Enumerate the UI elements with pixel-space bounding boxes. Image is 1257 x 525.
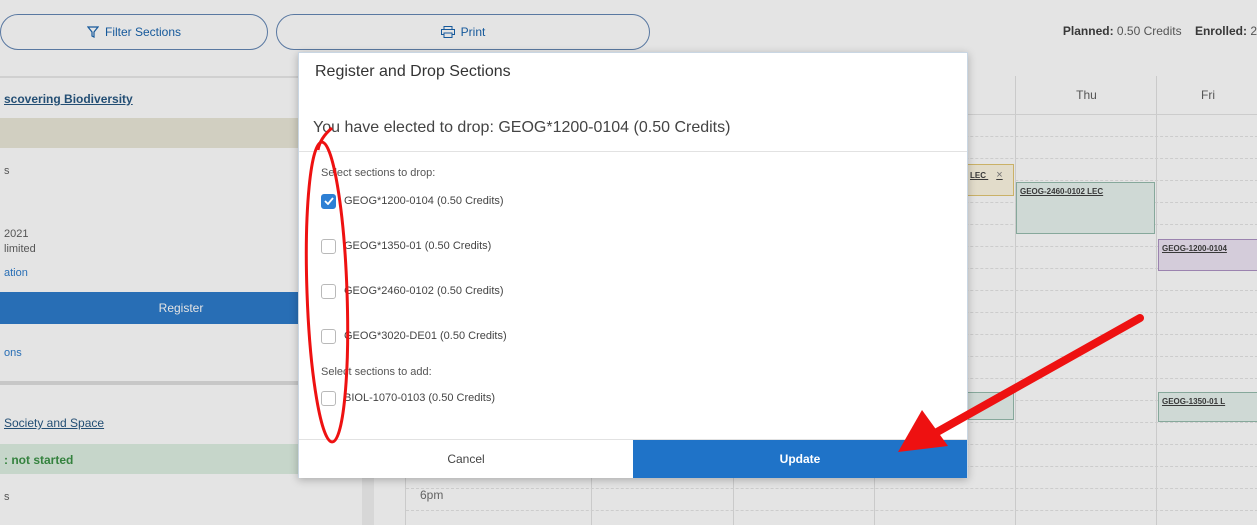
drop-checkbox[interactable]	[321, 193, 336, 209]
cancel-label: Cancel	[447, 452, 485, 466]
drop-option[interactable]: GEOG*1350-01 (0.50 Credits)	[321, 236, 491, 256]
drop-option[interactable]: GEOG*3020-DE01 (0.50 Credits)	[321, 326, 507, 346]
drop-section-label: Select sections to drop:	[321, 167, 436, 179]
update-button[interactable]: Update	[633, 440, 967, 478]
add-section-label: Select sections to add:	[321, 366, 432, 378]
drop-option-label: GEOG*3020-DE01 (0.50 Credits)	[344, 330, 507, 342]
drop-option-label: GEOG*2460-0102 (0.50 Credits)	[344, 285, 504, 297]
drop-option-label: GEOG*1200-0104 (0.50 Credits)	[344, 195, 504, 207]
drop-checkbox[interactable]	[321, 283, 336, 299]
add-option-label: BIOL-1070-0103 (0.50 Credits)	[344, 392, 496, 404]
register-drop-dialog: Register and Drop Sections You have elec…	[298, 52, 968, 478]
drop-checkbox[interactable]	[321, 328, 336, 344]
cancel-button[interactable]: Cancel	[299, 440, 633, 478]
dialog-title: Register and Drop Sections	[315, 63, 511, 80]
checkmark-icon	[323, 197, 334, 205]
drop-checkbox[interactable]	[321, 238, 336, 254]
dialog-separator	[299, 151, 967, 152]
dialog-footer: Cancel Update	[299, 439, 967, 478]
drop-option[interactable]: GEOG*2460-0102 (0.50 Credits)	[321, 281, 504, 301]
add-checkbox[interactable]	[321, 390, 336, 406]
update-label: Update	[779, 452, 821, 466]
drop-option-label: GEOG*1350-01 (0.50 Credits)	[344, 240, 492, 252]
drop-message: You have elected to drop: GEOG*1200-0104…	[313, 119, 731, 136]
add-option[interactable]: BIOL-1070-0103 (0.50 Credits)	[321, 388, 495, 408]
drop-option[interactable]: GEOG*1200-0104 (0.50 Credits)	[321, 191, 504, 211]
